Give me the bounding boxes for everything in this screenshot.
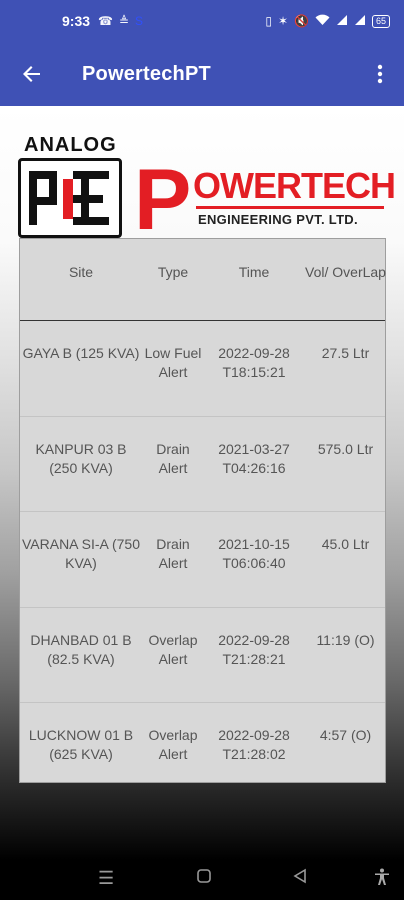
back-button[interactable] <box>0 42 64 106</box>
table-row[interactable]: KANPUR 03 B (250 KVA) Drain Alert 2021-0… <box>20 417 385 512</box>
logo-owertech-text: OWERTECH <box>193 165 396 206</box>
cell-site: GAYA B (125 KVA) <box>22 345 140 361</box>
logo-engineering-text: ENGINEERING PVT. LTD. <box>198 212 358 227</box>
app-icon: S <box>135 14 144 28</box>
accessibility-icon[interactable] <box>374 868 390 891</box>
header-vol: Vol/ OverLap <box>305 264 386 280</box>
header-type: Type <box>157 264 189 280</box>
cell-type: Overlap Alert <box>148 631 198 667</box>
cell-vol: 45.0 Ltr <box>321 536 370 552</box>
overflow-menu-button[interactable] <box>356 42 404 106</box>
table-row[interactable]: LUCKNOW 01 B (625 KVA) Overlap Alert 202… <box>20 703 385 799</box>
cell-vol: 575.0 Ltr <box>317 440 374 457</box>
logo-mark <box>18 158 122 238</box>
table-row[interactable]: DHANBAD 01 B (82.5 KVA) Overlap Alert 20… <box>20 608 385 703</box>
notification-icon: ≜ <box>118 14 130 28</box>
logo-analog-text: ANALOG <box>24 134 117 156</box>
more-vert-icon <box>377 64 383 84</box>
header-site: Site <box>68 264 94 280</box>
cell-type: Low Fuel Alert <box>144 345 202 380</box>
cell-vol: 11:19 (O) <box>316 631 375 648</box>
company-logo: ANALOG P OWERTECH ENGINEERING PVT. LTD. <box>18 134 396 248</box>
whatsapp-icon: ☎ <box>98 14 113 28</box>
vibrate-icon: ▯ <box>265 14 272 28</box>
cell-site: KANPUR 03 B (250 KVA) <box>35 440 127 476</box>
status-time: 9:33 <box>62 13 91 29</box>
content-area: ANALOG P OWERTECH ENGINEERING PVT. LTD. … <box>0 106 404 860</box>
cell-vol: 4:57 (O) <box>319 727 372 743</box>
mute-icon: 🔇 <box>294 14 309 28</box>
logo-underline <box>196 206 384 209</box>
bluetooth-icon: ✶ <box>277 14 289 28</box>
cell-time: 2022-09-28 T21:28:02 <box>218 727 290 762</box>
recents-icon[interactable]: ☰ <box>98 868 114 889</box>
back-icon[interactable] <box>292 868 308 889</box>
cell-time: 2022-09-28 T18:15:21 <box>218 345 290 380</box>
cell-site: DHANBAD 01 B (82.5 KVA) <box>30 631 132 667</box>
cell-site: LUCKNOW 01 B (625 KVA) <box>28 727 134 762</box>
signal-icon <box>354 14 366 29</box>
cell-type: Overlap Alert <box>148 727 198 762</box>
app-title: PowertechPT <box>82 62 211 85</box>
alerts-table: Site Type Time Vol/ OverLap GAYA B (125 … <box>19 238 386 783</box>
status-right-icons: ▯ ✶ 🔇 65 <box>265 14 390 29</box>
cell-time: 2022-09-28 T21:28:21 <box>218 631 290 667</box>
cell-time: 2021-03-27 T04:26:16 <box>218 440 290 476</box>
header-time: Time <box>238 264 270 280</box>
status-left-icons: ☎ ≜ S <box>98 14 143 28</box>
table-row[interactable]: VARANA SI-A (750 KVA) Drain Alert 2021-1… <box>20 512 385 608</box>
cell-type: Drain Alert <box>156 536 190 571</box>
wifi-icon <box>315 14 330 29</box>
cell-time: 2021-10-15 T06:06:40 <box>218 536 290 571</box>
battery-indicator: 65 <box>371 14 390 28</box>
home-icon[interactable] <box>196 868 212 889</box>
cell-type: Drain Alert <box>156 440 190 476</box>
logo-p-letter: P <box>134 152 192 248</box>
cell-site: VARANA SI-A (750 KVA) <box>21 536 140 571</box>
status-bar: 9:33 ☎ ≜ S ▯ ✶ 🔇 65 <box>0 0 404 42</box>
signal-icon <box>336 14 348 29</box>
cell-vol: 27.5 Ltr <box>321 345 370 361</box>
app-bar: PowertechPT <box>0 42 404 106</box>
table-header: Site Type Time Vol/ OverLap <box>20 239 386 321</box>
system-nav-bar: ☰ <box>0 860 404 900</box>
table-row[interactable]: GAYA B (125 KVA) Low Fuel Alert 2022-09-… <box>20 321 385 417</box>
arrow-back-icon <box>23 66 40 82</box>
